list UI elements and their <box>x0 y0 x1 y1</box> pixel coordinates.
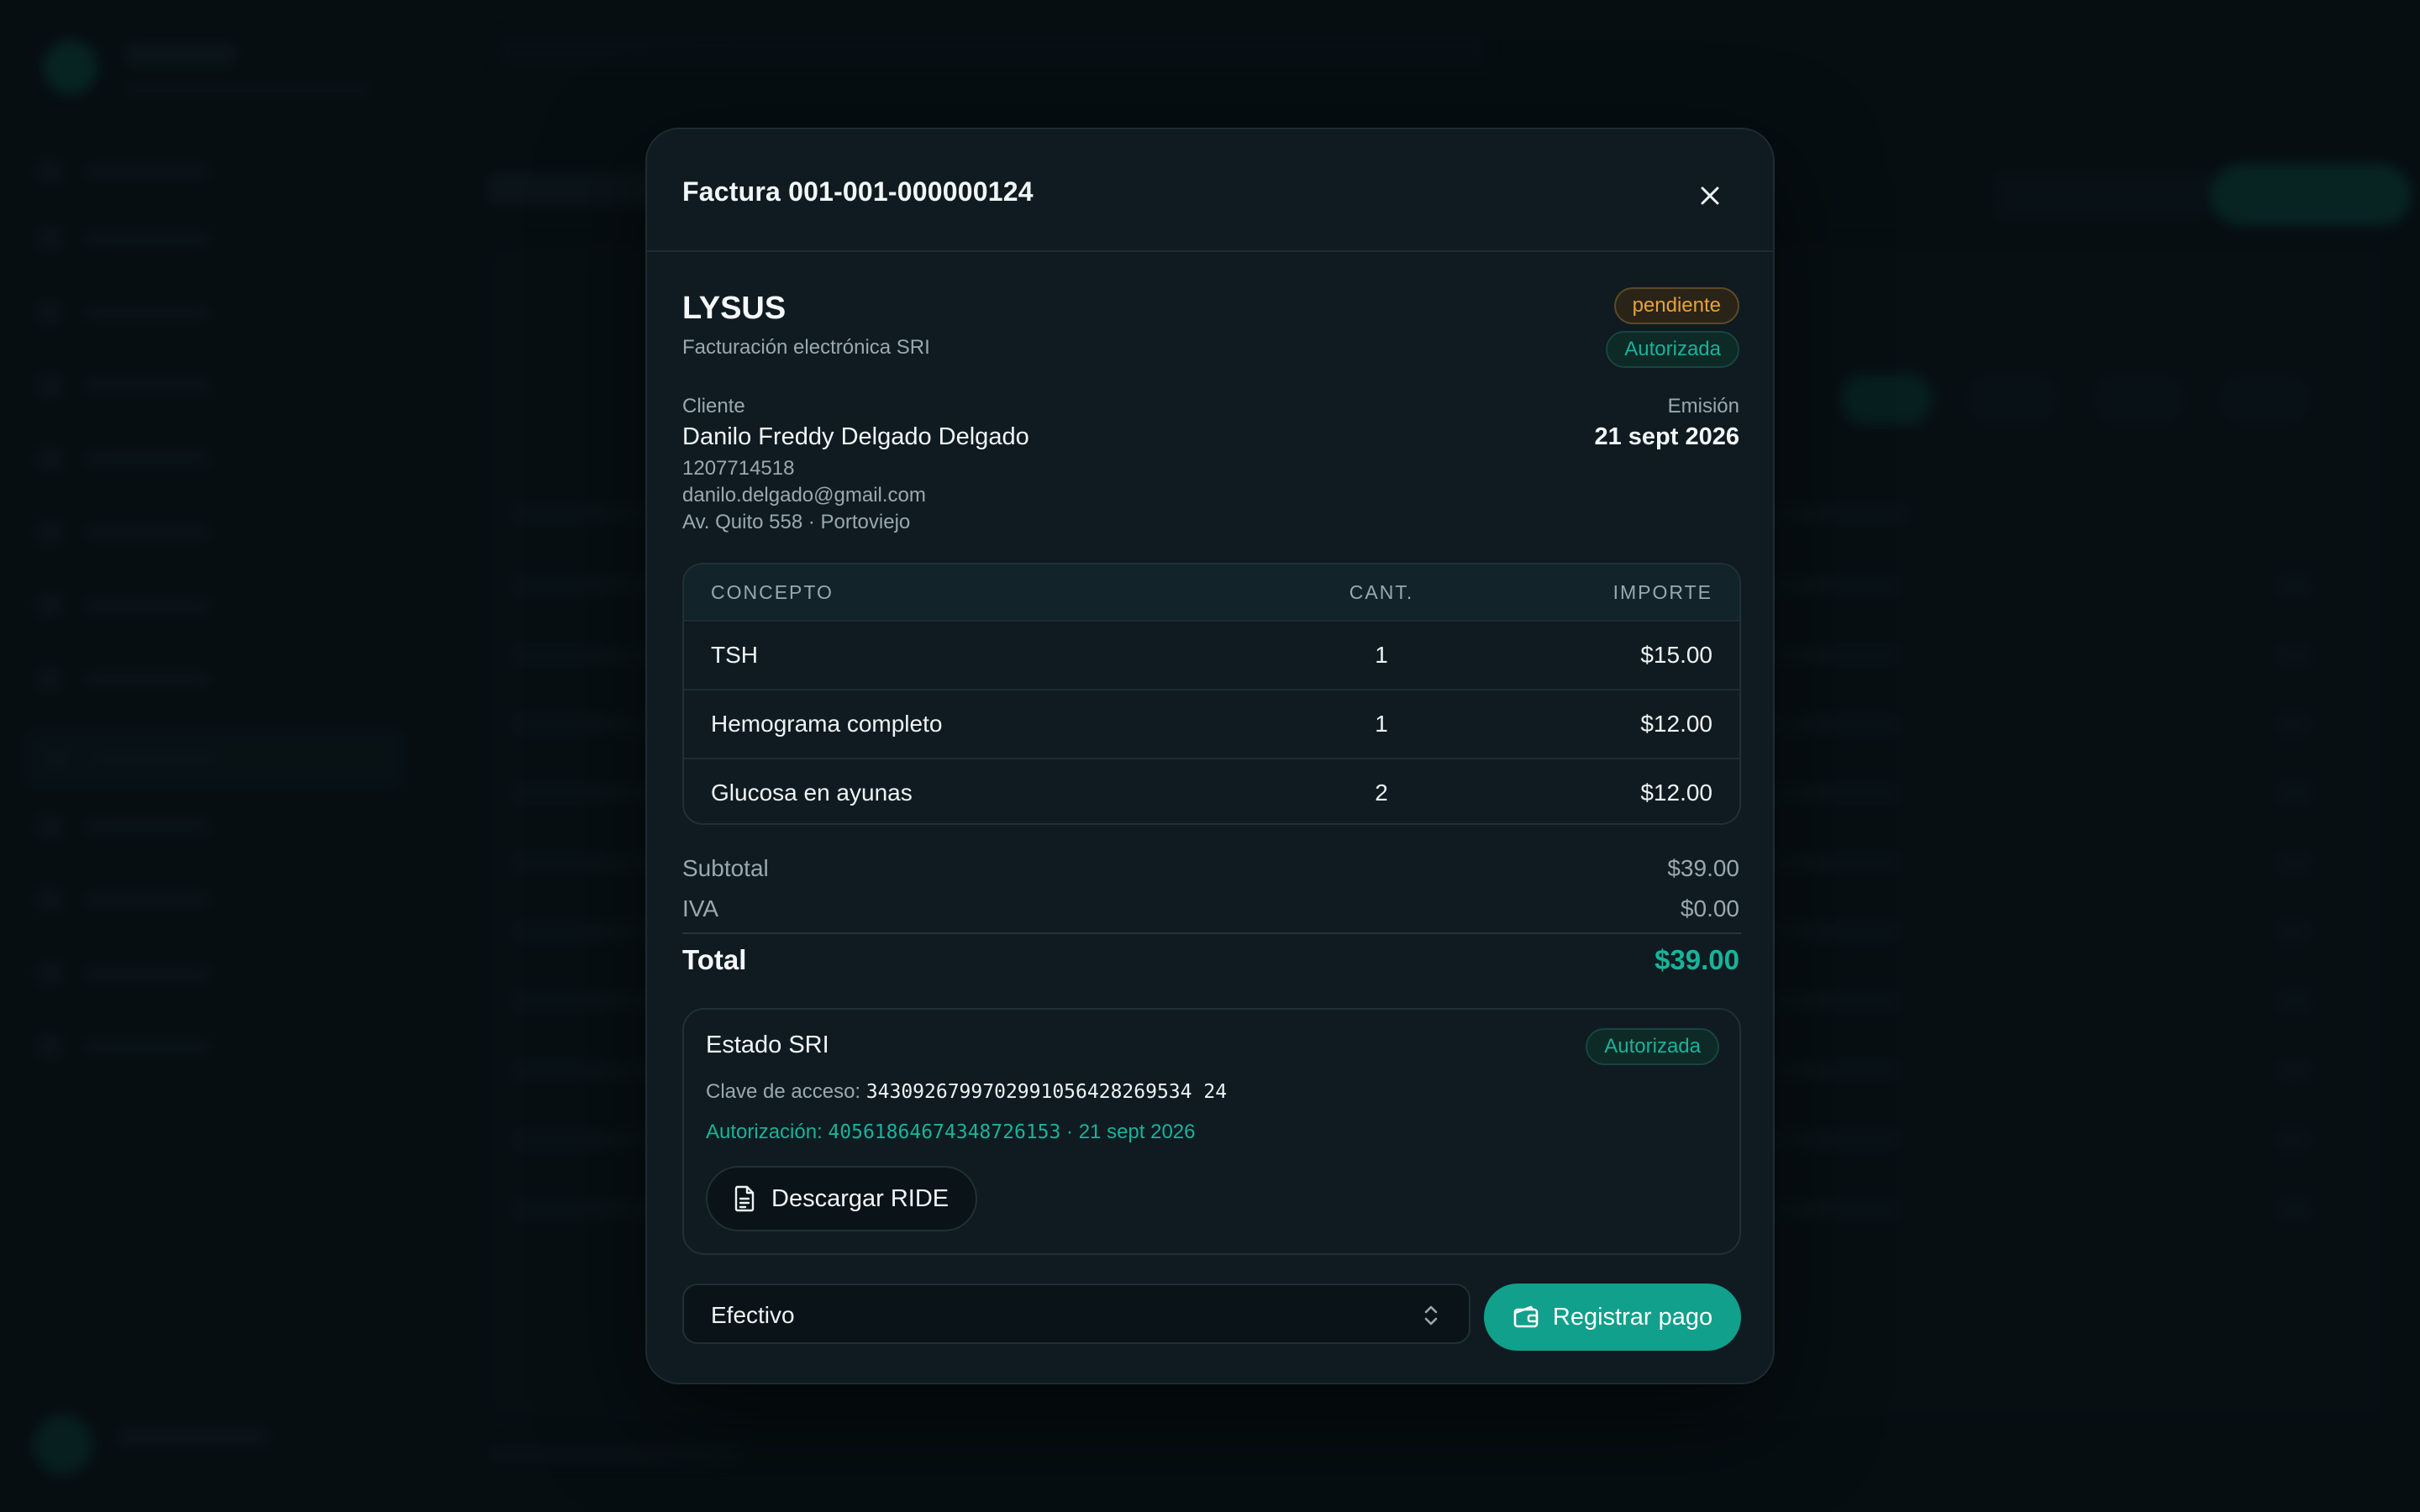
client-address: Av. Quito 558 · Portoviejo <box>682 511 911 533</box>
issuer-subtitle: Facturación electrónica SRI <box>682 336 930 359</box>
authorization-number: 40561864674348726153 <box>828 1121 1061 1143</box>
payment-status-badge: pendiente <box>1613 287 1739 324</box>
document-icon <box>734 1185 755 1212</box>
access-key-label: Clave de acceso: <box>706 1080 861 1103</box>
client-label: Cliente <box>682 395 745 417</box>
payment-method-select[interactable]: Efectivo <box>682 1284 1470 1344</box>
register-payment-label: Registrar pago <box>1552 1303 1713 1331</box>
header-qty: CANT. <box>1349 581 1414 603</box>
invoice-modal: Factura 001-001-000000124 LYSUS Facturac… <box>645 128 1775 1384</box>
row-concept: Glucosa en ayunas <box>711 780 913 806</box>
total-label: Total <box>682 944 747 975</box>
items-table: CONCEPTO CANT. IMPORTE TSH 1 $15.00 Hemo… <box>682 563 1741 825</box>
header-amount: IMPORTE <box>1612 581 1712 603</box>
authorization-date: · 21 sept 2026 <box>1066 1121 1196 1143</box>
sri-title: Estado SRI <box>706 1032 829 1058</box>
row-qty: 1 <box>1375 711 1388 737</box>
authorization-label: Autorización: <box>706 1121 823 1143</box>
modal-header: Factura 001-001-000000124 <box>647 129 1773 252</box>
close-icon <box>1701 186 1719 205</box>
table-row: Hemograma completo 1 $12.00 <box>684 689 1739 758</box>
client-name: Danilo Freddy Delgado Delgado <box>682 423 1029 450</box>
issuer-name: LYSUS <box>682 291 786 326</box>
iva-value: $0.00 <box>1680 895 1739 921</box>
client-email: danilo.delgado@gmail.com <box>682 484 926 507</box>
register-payment-button[interactable]: Registrar pago <box>1484 1284 1741 1351</box>
download-ride-label: Descargar RIDE <box>771 1184 950 1212</box>
row-concept: TSH <box>711 642 758 668</box>
sri-status-badge: Autorizada <box>1606 331 1739 368</box>
iva-label: IVA <box>682 895 719 921</box>
access-key: Clave de acceso: 34309267997029910564282… <box>706 1080 1227 1104</box>
total-value: $39.00 <box>1655 944 1739 975</box>
row-amount: $15.00 <box>1640 642 1712 668</box>
table-row: TSH 1 $15.00 <box>684 620 1739 689</box>
table-row: Glucosa en ayunas 2 $12.00 <box>684 758 1739 823</box>
totals-divider <box>682 932 1741 934</box>
access-key-value[interactable]: 3430926799702991056428269534 24 <box>866 1081 1227 1103</box>
header-concept: CONCEPTO <box>711 581 834 603</box>
modal-title: Factura 001-001-000000124 <box>682 176 1034 207</box>
subtotal-value: $39.00 <box>1667 855 1739 881</box>
payment-method-value: Efectivo <box>711 1302 795 1328</box>
sri-panel-badge: Autorizada <box>1586 1028 1719 1065</box>
client-id: 1207714518 <box>682 457 795 480</box>
wallet-icon <box>1513 1305 1539 1328</box>
emission-label: Emisión <box>1667 395 1739 417</box>
authorization: Autorización: 40561864674348726153 · 21 … <box>706 1121 1196 1144</box>
row-amount: $12.00 <box>1640 711 1712 737</box>
items-table-header: CONCEPTO CANT. IMPORTE <box>684 564 1739 620</box>
row-amount: $12.00 <box>1640 780 1712 806</box>
close-button[interactable] <box>1687 173 1733 218</box>
chevron-updown-icon <box>1424 1305 1438 1326</box>
row-concept: Hemograma completo <box>711 711 943 737</box>
emission-date: 21 sept 2026 <box>1594 423 1739 450</box>
download-ride-button[interactable]: Descargar RIDE <box>706 1166 978 1231</box>
row-qty: 1 <box>1375 642 1388 668</box>
subtotal-label: Subtotal <box>682 855 769 881</box>
row-qty: 2 <box>1375 780 1388 806</box>
sri-status-panel: Estado SRI Autorizada Clave de acceso: 3… <box>682 1008 1741 1255</box>
